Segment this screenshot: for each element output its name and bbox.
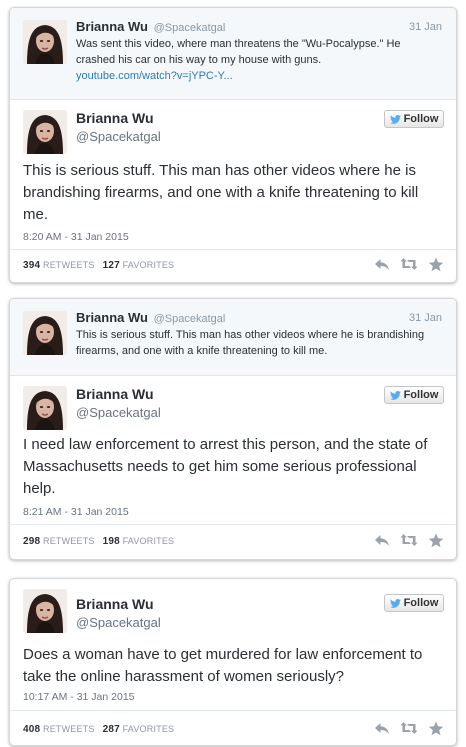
- quoted-author[interactable]: Brianna Wu @Spacekatgal: [76, 310, 225, 325]
- avatar[interactable]: [23, 386, 67, 430]
- tweet-date[interactable]: 31 Jan: [409, 312, 442, 324]
- retweets-label[interactable]: RETWEETS: [43, 724, 95, 734]
- retweet-icon[interactable]: [400, 721, 418, 735]
- author-handle[interactable]: @Spacekatgal: [76, 405, 161, 420]
- author-name[interactable]: Brianna Wu: [76, 110, 154, 126]
- retweet-count[interactable]: 394: [23, 260, 40, 271]
- follow-button[interactable]: Follow: [384, 110, 444, 128]
- main-tweet: Brianna Wu @Spacekatgal Follow Does a wo…: [10, 579, 456, 745]
- divider: [10, 524, 456, 525]
- tweet-timestamp[interactable]: 8:21 AM - 31 Jan 2015: [23, 506, 129, 518]
- star-icon[interactable]: [428, 721, 444, 735]
- author-name[interactable]: Brianna Wu: [76, 310, 148, 325]
- star-icon[interactable]: [428, 533, 444, 547]
- twitter-bird-icon: [390, 391, 401, 400]
- quoted-tweet[interactable]: Brianna Wu @Spacekatgal 31 Jan This is s…: [10, 299, 456, 376]
- retweets-label[interactable]: RETWEETS: [43, 260, 95, 270]
- tweet-stats: 408 RETWEETS 287 FAVORITES: [23, 724, 174, 735]
- follow-label: Follow: [403, 113, 439, 125]
- main-tweet: Brianna Wu @Spacekatgal Follow This is s…: [10, 100, 456, 282]
- tweet-text: I need law enforcement to arrest this pe…: [23, 436, 428, 497]
- tweet-stats: 394 RETWEETS 127 FAVORITES: [23, 260, 174, 271]
- tweet-text: This is serious stuff. This man has othe…: [23, 162, 419, 223]
- tweet-date[interactable]: 31 Jan: [409, 21, 442, 33]
- favorites-label[interactable]: FAVORITES: [123, 260, 175, 270]
- follow-button[interactable]: Follow: [384, 594, 444, 612]
- reply-icon[interactable]: [374, 257, 390, 271]
- avatar[interactable]: [23, 311, 67, 355]
- avatar[interactable]: [23, 20, 67, 64]
- avatar[interactable]: [23, 110, 67, 154]
- tweet-actions: [374, 721, 444, 735]
- tweet-card: Brianna Wu @Spacekatgal Follow Does a wo…: [9, 578, 457, 746]
- twitter-bird-icon: [390, 599, 401, 608]
- quoted-tweet[interactable]: Brianna Wu @Spacekatgal 31 Jan Was sent …: [10, 8, 456, 100]
- tweet-text: Does a woman have to get murdered for la…: [23, 646, 423, 685]
- follow-button[interactable]: Follow: [384, 386, 444, 404]
- favorite-count[interactable]: 127: [103, 260, 120, 271]
- author-handle[interactable]: @Spacekatgal: [76, 615, 161, 630]
- tweet-card: Brianna Wu @Spacekatgal 31 Jan Was sent …: [9, 7, 457, 283]
- follow-label: Follow: [403, 389, 439, 401]
- retweets-label[interactable]: RETWEETS: [43, 536, 95, 546]
- tweet-actions: [374, 257, 444, 271]
- retweet-icon[interactable]: [400, 533, 418, 547]
- favorites-label[interactable]: FAVORITES: [123, 724, 175, 734]
- retweet-icon[interactable]: [400, 257, 418, 271]
- quoted-text: Was sent this video, where man threatens…: [76, 36, 434, 84]
- divider: [10, 249, 456, 250]
- author-handle[interactable]: @Spacekatgal: [154, 22, 226, 34]
- star-icon[interactable]: [428, 257, 444, 271]
- reply-icon[interactable]: [374, 533, 390, 547]
- favorites-label[interactable]: FAVORITES: [123, 536, 175, 546]
- tweet-timestamp[interactable]: 8:20 AM - 31 Jan 2015: [23, 231, 129, 243]
- quoted-body: This is serious stuff. This man has othe…: [76, 329, 425, 357]
- author-name[interactable]: Brianna Wu: [76, 386, 154, 402]
- tweet-card: Brianna Wu @Spacekatgal 31 Jan This is s…: [9, 298, 457, 560]
- follow-label: Follow: [403, 597, 439, 609]
- retweet-count[interactable]: 408: [23, 724, 40, 735]
- tweet-actions: [374, 533, 444, 547]
- tweet-stats: 298 RETWEETS 198 FAVORITES: [23, 536, 174, 547]
- divider: [10, 710, 456, 711]
- author-handle[interactable]: @Spacekatgal: [154, 313, 226, 325]
- avatar[interactable]: [23, 589, 67, 633]
- twitter-bird-icon: [390, 115, 401, 124]
- reply-icon[interactable]: [374, 721, 390, 735]
- favorite-count[interactable]: 287: [103, 724, 120, 735]
- retweet-count[interactable]: 298: [23, 536, 40, 547]
- author-name[interactable]: Brianna Wu: [76, 19, 148, 34]
- author-handle[interactable]: @Spacekatgal: [76, 129, 161, 144]
- main-tweet: Brianna Wu @Spacekatgal Follow I need la…: [10, 376, 456, 559]
- author-name[interactable]: Brianna Wu: [76, 596, 154, 612]
- favorite-count[interactable]: 198: [103, 536, 120, 547]
- video-link[interactable]: youtube.com/watch?v=jYPC-Y...: [76, 70, 233, 82]
- tweet-timestamp[interactable]: 10:17 AM - 31 Jan 2015: [23, 691, 135, 703]
- quoted-author[interactable]: Brianna Wu @Spacekatgal: [76, 19, 225, 34]
- quoted-body: Was sent this video, where man threatens…: [76, 38, 401, 66]
